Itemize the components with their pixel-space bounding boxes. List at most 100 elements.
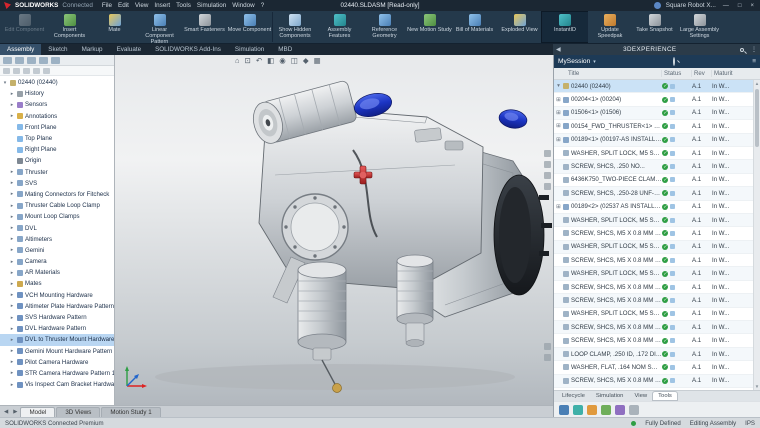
pane-tool-icon[interactable]: [544, 172, 551, 179]
column-maturity[interactable]: Maturit: [712, 70, 760, 77]
session-row[interactable]: ▾ 02440 (02440) ✓ A.1 In W...: [554, 80, 753, 93]
expand-arrow-icon[interactable]: ▸: [9, 337, 15, 343]
expand-arrow-icon[interactable]: ▸: [9, 326, 15, 332]
session-row[interactable]: SCREW, SHCS, M5 X 0.8 MM TH... ✓ A.1 In …: [554, 294, 753, 307]
session-row[interactable]: ⊞ 00154_FWD_THRUSTER<1> (00... ✓ A.1 In …: [554, 120, 753, 133]
expand-arrow-icon[interactable]: ▸: [9, 247, 15, 253]
command-tab[interactable]: Simulation: [228, 44, 271, 55]
tree-item[interactable]: ▸ VCH Mounting Hardware: [0, 290, 114, 301]
row-expander-icon[interactable]: ⊞: [554, 97, 563, 103]
filter-icon[interactable]: [3, 68, 10, 74]
expand-arrow-icon[interactable]: ▸: [9, 225, 15, 231]
menu-item[interactable]: File: [102, 2, 112, 9]
tree-item[interactable]: ▸ Camera: [0, 256, 114, 267]
document-tab[interactable]: Model: [20, 407, 55, 417]
ribbon-button[interactable]: Show Hidden Components: [272, 12, 317, 42]
session-row[interactable]: WASHER, FLAT, .164 NOM SCR... ✓ A.1 In W…: [554, 361, 753, 374]
document-tab[interactable]: Motion Study 1: [101, 407, 160, 417]
session-bar[interactable]: MySession ▾ ≡: [554, 55, 760, 68]
tree-item[interactable]: Origin: [0, 155, 114, 166]
scrollbar-thumb[interactable]: [755, 89, 759, 147]
panel-tab[interactable]: Simulation: [591, 392, 629, 400]
session-search-icon[interactable]: [669, 58, 679, 65]
document-tab[interactable]: 3D Views: [56, 407, 100, 417]
apps-tool-icon[interactable]: [615, 405, 625, 415]
expand-arrow-icon[interactable]: ▸: [9, 180, 15, 186]
row-expander-icon[interactable]: ⊞: [554, 110, 563, 116]
tree-item[interactable]: ▸ Mating Connectors for Fitcheck: [0, 189, 114, 200]
command-tab[interactable]: Evaluate: [110, 44, 149, 55]
expand-arrow-icon[interactable]: ▸: [9, 91, 15, 97]
column-rev[interactable]: Rev: [692, 70, 712, 77]
menu-item[interactable]: Insert: [154, 2, 170, 9]
tree-item[interactable]: ▸ Thruster Cable Loop Clamp: [0, 200, 114, 211]
tree-item[interactable]: ▸ STR Camera Hardware Pattern 1: [0, 368, 114, 379]
expand-arrow-icon[interactable]: ▸: [9, 169, 15, 175]
ribbon-button[interactable]: Insert Components: [47, 12, 92, 42]
tree-item[interactable]: ▸ SVS: [0, 178, 114, 189]
session-row[interactable]: LOOP CLAMP, .250 ID, .172 DIA... ✓ A.1 I…: [554, 348, 753, 361]
session-row[interactable]: SCREW, SHCS, M5 X 0.8 MM TH... ✓ A.1 In …: [554, 254, 753, 267]
displaymanager-tab-icon[interactable]: [51, 57, 60, 64]
previous-view-icon[interactable]: ↶: [256, 56, 262, 65]
ribbon-button[interactable]: InstantID: [542, 12, 587, 42]
session-row[interactable]: WASHER, SPLIT LOCK, M5 SCR... ✓ A.1 In W…: [554, 147, 753, 160]
expand-arrow-icon[interactable]: ▸: [9, 370, 15, 376]
ribbon-button[interactable]: Bill of Materials: [452, 12, 497, 42]
tree-item[interactable]: ▸ SVS Hardware Pattern: [0, 312, 114, 323]
tree-item[interactable]: Front Plane: [0, 122, 114, 133]
pane-tool-icon[interactable]: [544, 150, 551, 157]
pane-tool-icon[interactable]: [544, 354, 551, 361]
tree-item[interactable]: ▸ Gemini: [0, 245, 114, 256]
tree-item[interactable]: ▸ Gemini Mount Hardware Pattern: [0, 346, 114, 357]
pane-tool-icon[interactable]: [544, 183, 551, 190]
tree-item[interactable]: ▸ Altimeters: [0, 234, 114, 245]
row-expander-icon[interactable]: ⊞: [554, 204, 563, 210]
menu-item[interactable]: Edit: [118, 2, 129, 9]
ribbon-button[interactable]: Large Assembly Settings: [677, 12, 722, 42]
menu-item[interactable]: ?: [261, 2, 265, 9]
ribbon-button[interactable]: Linear Component Pattern: [137, 12, 182, 42]
tree-item[interactable]: ▸ Annotations: [0, 111, 114, 122]
tree-options-icon[interactable]: [33, 68, 40, 74]
expand-arrow-icon[interactable]: ▸: [9, 102, 15, 108]
chevron-down-icon[interactable]: ▾: [593, 59, 596, 65]
user-avatar[interactable]: [654, 2, 661, 9]
tree-item[interactable]: ▸ Thruster: [0, 167, 114, 178]
tree-item[interactable]: Top Plane: [0, 133, 114, 144]
ribbon-button[interactable]: Assembly Features: [317, 12, 362, 42]
tree-item[interactable]: ▸ Sensors: [0, 99, 114, 110]
session-row[interactable]: 6436K750_TWO-PIECE CLAMP-... ✓ A.1 In W.…: [554, 174, 753, 187]
command-tab[interactable]: SOLIDWORKS Add-Ins: [148, 44, 228, 55]
command-tab[interactable]: Markup: [75, 44, 110, 55]
session-row[interactable]: SCREW, SHCS, M5 X 0.8 MM TH... ✓ A.1 In …: [554, 227, 753, 240]
session-row[interactable]: ⊞ 00204<1> (00204) ✓ A.1 In W...: [554, 93, 753, 106]
tree-item[interactable]: ▸ Vis Inspect Cam Bracket Hardware: [0, 379, 114, 390]
expand-arrow-icon[interactable]: ▸: [9, 270, 15, 276]
tab-scroll-left-icon[interactable]: ◀: [2, 409, 10, 415]
configurationmanager-tab-icon[interactable]: [27, 57, 36, 64]
menu-item[interactable]: Window: [232, 2, 254, 9]
featuremanager-tab-icon[interactable]: [3, 57, 12, 64]
tree-item[interactable]: Right Plane: [0, 144, 114, 155]
panel-tab[interactable]: View: [629, 392, 652, 400]
ribbon-button[interactable]: Edit Component: [2, 12, 47, 42]
tree-item[interactable]: ▸ AR Materials: [0, 267, 114, 278]
assembly-3d-model[interactable]: [115, 55, 553, 405]
graphics-area[interactable]: ⌂⊡↶◧◉◫◆▦: [115, 55, 553, 405]
expand-arrow-icon[interactable]: ▸: [9, 191, 15, 197]
session-row[interactable]: SCREW, SHCS, .250-28 UNF-3A... ✓ A.1 In …: [554, 187, 753, 200]
expand-arrow-icon[interactable]: ▸: [9, 292, 15, 298]
ribbon-button[interactable]: Update Speedpak: [587, 12, 632, 42]
appearance-icon[interactable]: ◆: [303, 56, 309, 65]
tab-scroll-right-icon[interactable]: ▶: [11, 409, 19, 415]
units-selector[interactable]: IPS: [745, 420, 755, 427]
tree-item[interactable]: ▸ DVL: [0, 222, 114, 233]
tree-item[interactable]: ▸ Altimeter Plate Hardware Pattern: [0, 301, 114, 312]
simulation-tool-icon[interactable]: [573, 405, 583, 415]
section-view-icon[interactable]: ◧: [267, 56, 274, 65]
zoom-area-icon[interactable]: ⊡: [245, 56, 251, 65]
tree-item[interactable]: ▸ Pilot Camera Hardware: [0, 357, 114, 368]
ribbon-button[interactable]: Reference Geometry: [362, 12, 407, 42]
session-row[interactable]: SCREW, SHCS, M5 X 0.8 MM TH... ✓ A.1 In …: [554, 321, 753, 334]
